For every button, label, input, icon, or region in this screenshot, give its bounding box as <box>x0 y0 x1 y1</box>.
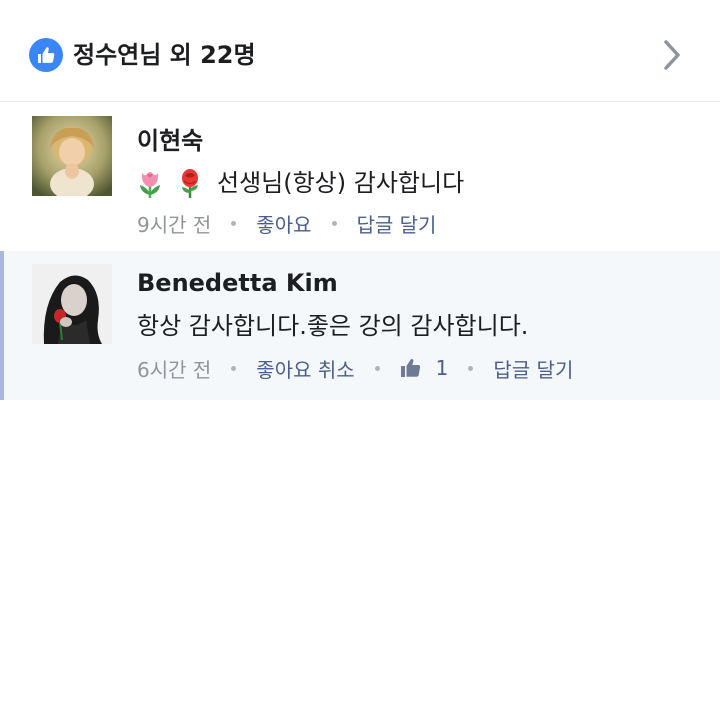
thumbs-up-icon <box>400 359 420 377</box>
reply-button[interactable]: 답글 달기 <box>493 354 573 383</box>
comment-author[interactable]: 이현숙 <box>137 121 203 156</box>
comment-timestamp[interactable]: 9시간 전 <box>137 209 211 238</box>
like-count-value: 1 <box>435 356 449 380</box>
tulip-icon <box>137 169 163 199</box>
like-thumb-icon <box>29 38 63 72</box>
reactions-title: 정수연님 외 22명 <box>73 41 256 69</box>
comment-actions: 9시간 전 좋아요 답글 달기 <box>137 208 436 238</box>
separator-dot <box>331 220 337 226</box>
avatar[interactable] <box>32 116 112 196</box>
reply-button[interactable]: 답글 달기 <box>357 209 437 238</box>
comment-actions: 6시간 전 좋아요 취소 1 답글 달기 <box>137 353 573 383</box>
comment-message: 항상 감사합니다.좋은 강의 감사합니다. <box>137 312 529 340</box>
separator-dot <box>374 365 380 371</box>
like-count[interactable]: 1 <box>400 356 449 380</box>
reactions-header[interactable]: 정수연님 외 22명 <box>0 22 720 102</box>
unlike-button[interactable]: 좋아요 취소 <box>256 354 354 383</box>
chevron-right-icon[interactable] <box>660 38 684 72</box>
like-button[interactable]: 좋아요 <box>256 209 311 238</box>
separator-dot <box>231 365 237 371</box>
comments-panel: 정수연님 외 22명 이현숙 선생님(항상) 감사합니다 9시간 전 좋아요 답… <box>0 0 720 720</box>
comment-timestamp[interactable]: 6시간 전 <box>137 354 211 383</box>
separator-dot <box>231 220 237 226</box>
separator-dot <box>468 365 474 371</box>
avatar[interactable] <box>32 264 112 344</box>
comment-item: Benedetta Kim 항상 감사합니다.좋은 강의 감사합니다. 6시간 … <box>0 251 720 400</box>
comment-item: 이현숙 선생님(항상) 감사합니다 9시간 전 좋아요 답글 달기 <box>0 103 720 248</box>
comment-text: 선생님(항상) 감사합니다 <box>137 163 464 199</box>
rose-icon <box>177 169 203 199</box>
comment-author[interactable]: Benedetta Kim <box>137 269 338 297</box>
comment-message: 선생님(항상) 감사합니다 <box>217 169 465 197</box>
